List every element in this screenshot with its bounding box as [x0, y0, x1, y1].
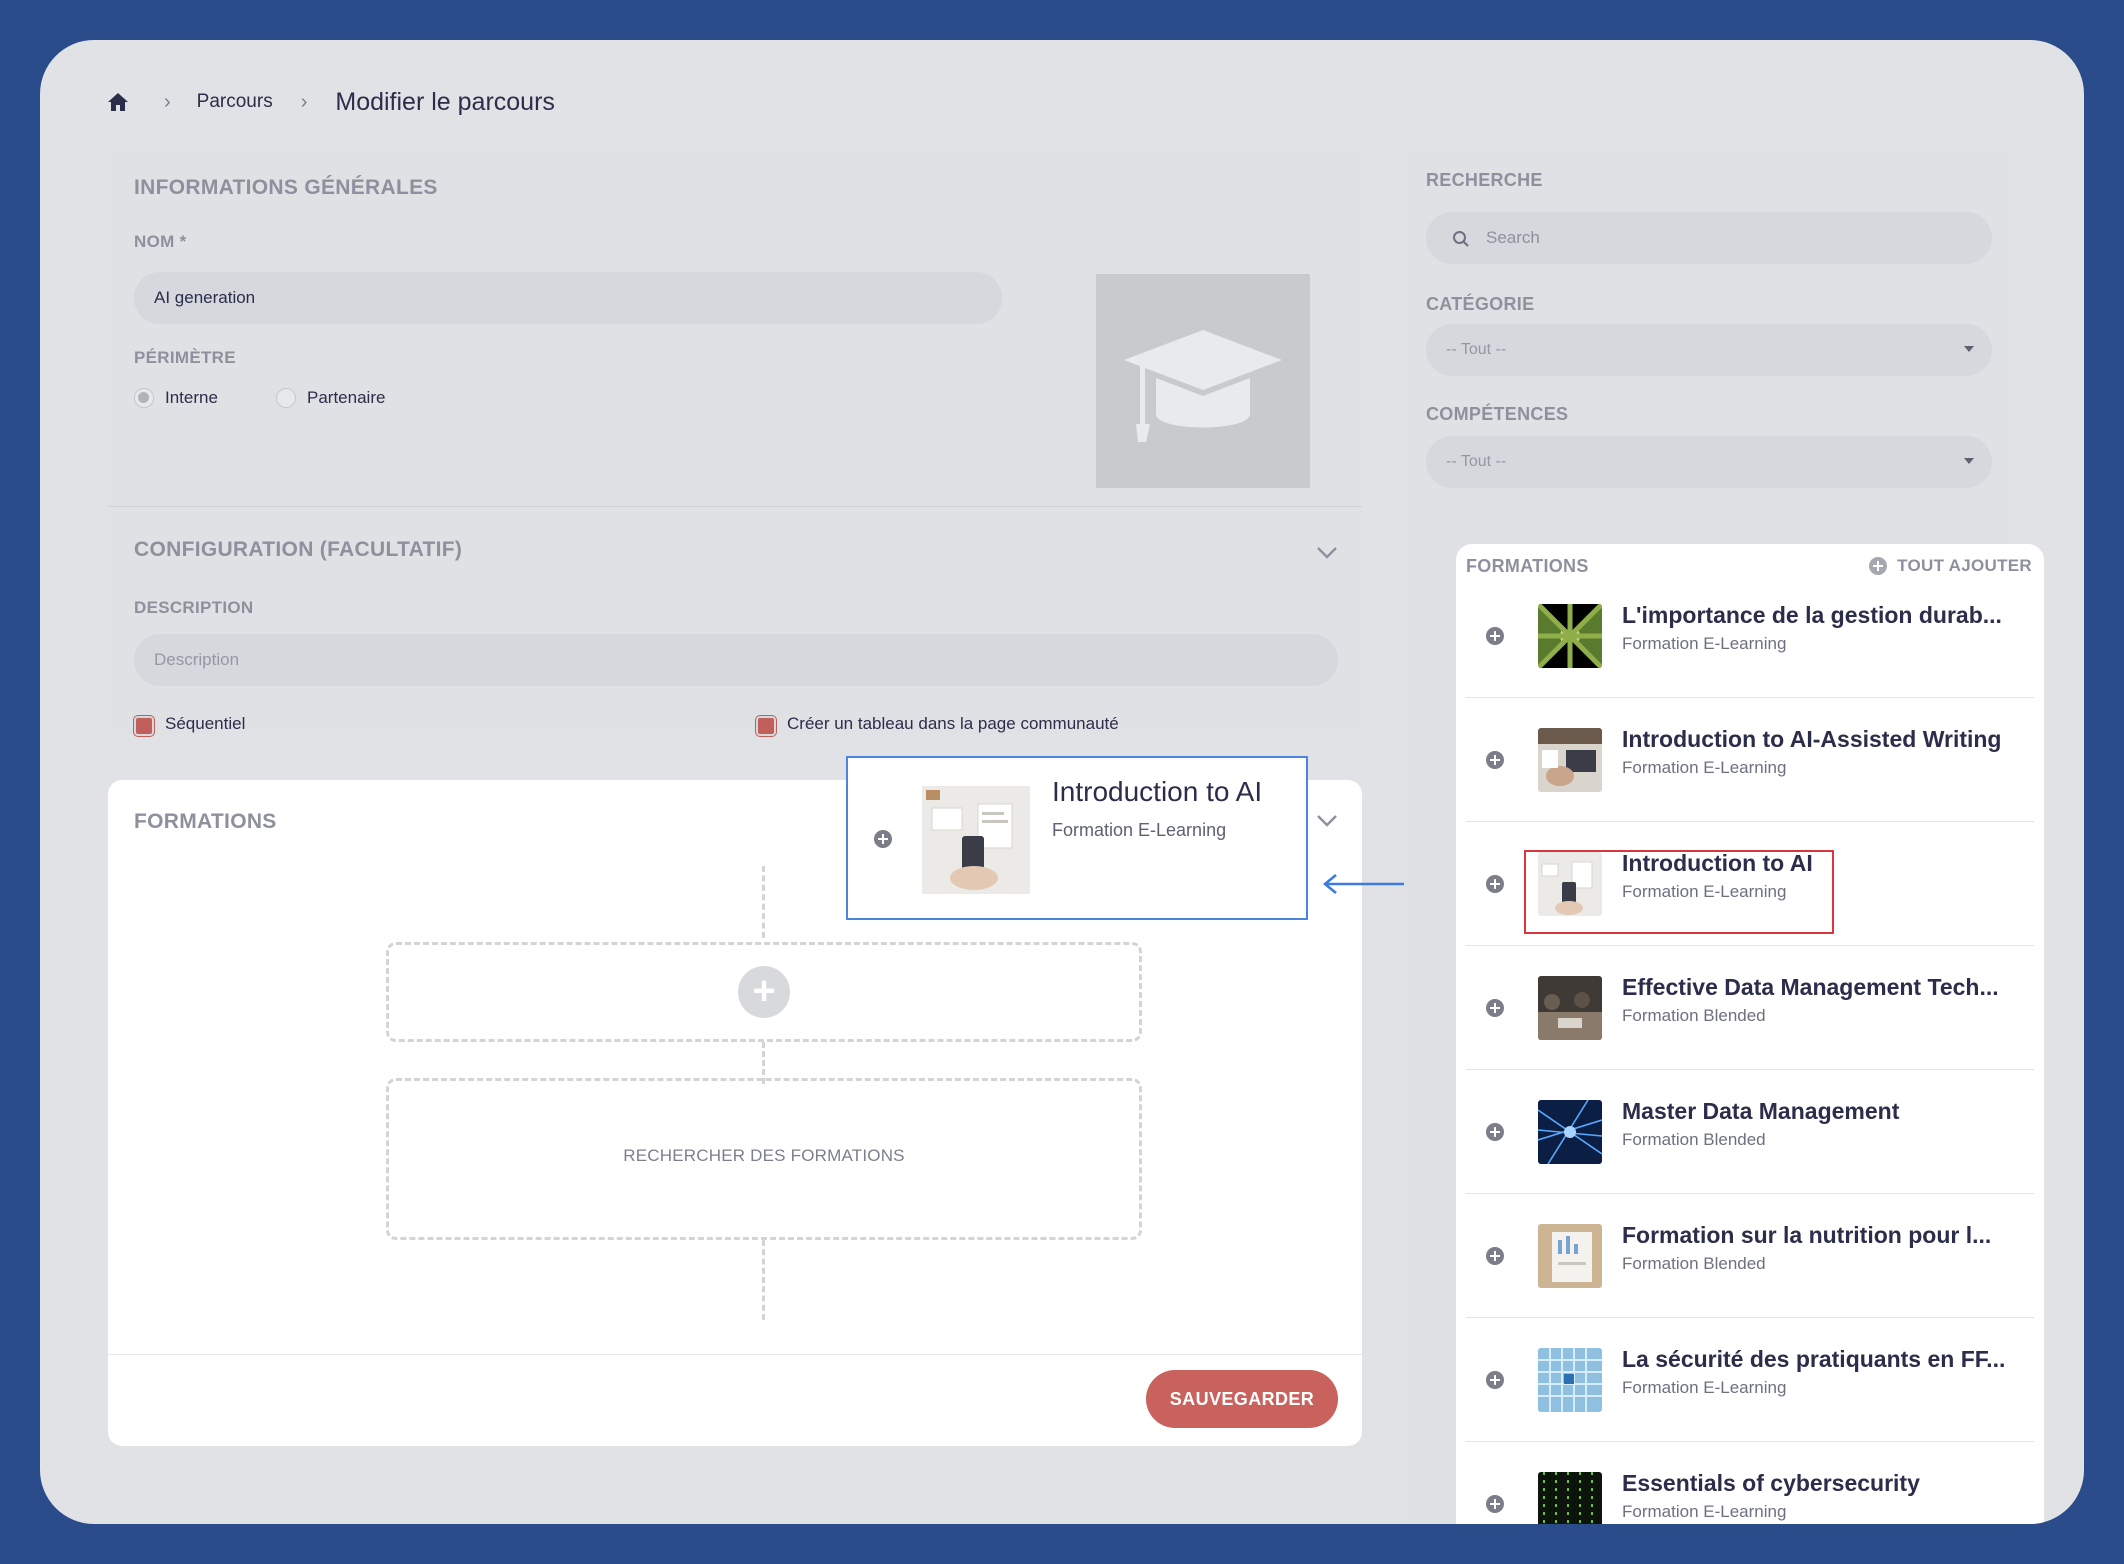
add-circle-icon[interactable]: [1486, 1123, 1504, 1141]
app-window: › Parcours › Modifier le parcours INFORM…: [40, 40, 2084, 1524]
formation-thumbnail: [922, 786, 1030, 894]
formations-list: FORMATIONS TOUT AJOUTER L'importance de …: [1456, 544, 2044, 1524]
path-connector: [762, 866, 765, 938]
dragged-formation-card[interactable]: Introduction to AI Formation E-Learning: [846, 756, 1308, 920]
path-connector: [762, 1240, 765, 1320]
list-item[interactable]: Effective Data Management Tech... Format…: [1466, 946, 2034, 1070]
graduation-cap-icon: [1124, 330, 1282, 442]
formation-type: Formation E-Learning: [1622, 634, 1787, 653]
formation-title: Effective Data Management Tech...: [1622, 974, 1999, 1000]
list-item[interactable]: Introduction to AI-Assisted Writing Form…: [1466, 698, 2034, 822]
formation-thumbnail: [1538, 1100, 1602, 1164]
highlighted-source-item: [1524, 850, 1834, 934]
config-title: CONFIGURATION (FACULTATIF): [134, 538, 463, 561]
general-info-card: INFORMATIONS GÉNÉRALES NOM * PÉRIMÈTRE I…: [108, 146, 1362, 734]
chevron-right-icon: ›: [300, 90, 308, 113]
save-button[interactable]: SAUVEGARDER: [1146, 1370, 1338, 1428]
description-label: DESCRIPTION: [134, 598, 254, 617]
breadcrumb-link-parcours[interactable]: Parcours: [197, 91, 273, 113]
formation-thumbnail: [1538, 604, 1602, 668]
list-item[interactable]: Essentials of cybersecurity Formation E-…: [1466, 1442, 2034, 1524]
name-input[interactable]: [134, 272, 1002, 324]
divider: [108, 1354, 1362, 1355]
list-item[interactable]: L'importance de la gestion durab... Form…: [1466, 574, 2034, 698]
category-select[interactable]: -- Tout --: [1426, 324, 1992, 376]
add-all-button[interactable]: TOUT AJOUTER: [1869, 556, 2032, 576]
caret-down-icon: [1964, 458, 1974, 464]
category-value: -- Tout --: [1446, 341, 1507, 358]
perimeter-label: PÉRIMÈTRE: [134, 348, 236, 367]
chevron-down-icon[interactable]: [1316, 546, 1338, 560]
formation-type: Formation E-Learning: [1622, 1378, 1787, 1397]
radio-internal[interactable]: [134, 388, 154, 408]
chevron-down-icon[interactable]: [1316, 814, 1338, 828]
caret-down-icon: [1964, 346, 1974, 352]
sequential-checkbox[interactable]: [134, 716, 154, 736]
search-formations-text[interactable]: RECHERCHER DES FORMATIONS: [386, 1146, 1142, 1166]
search-placeholder: Search: [1486, 228, 1540, 247]
formation-title: Master Data Management: [1622, 1098, 1900, 1124]
formation-thumbnail: [1538, 728, 1602, 792]
formations-section-title: FORMATIONS: [134, 810, 277, 833]
add-circle-icon[interactable]: [1486, 751, 1504, 769]
radio-partner[interactable]: [276, 388, 296, 408]
dragged-formation-type: Formation E-Learning: [1052, 820, 1227, 840]
formation-type: Formation E-Learning: [1622, 758, 1787, 777]
add-circle-icon[interactable]: [874, 830, 892, 848]
skills-select[interactable]: -- Tout --: [1426, 436, 1992, 488]
formation-thumbnail: [1538, 1472, 1602, 1524]
add-circle-icon[interactable]: [1486, 627, 1504, 645]
formation-title: L'importance de la gestion durab...: [1622, 602, 2002, 628]
formation-thumbnail: [1538, 976, 1602, 1040]
category-label: CATÉGORIE: [1426, 294, 1535, 314]
add-circle-icon[interactable]: [1486, 999, 1504, 1017]
name-label: NOM *: [134, 232, 187, 251]
community-board-checkbox[interactable]: [756, 716, 776, 736]
divider: [108, 506, 1362, 507]
formation-title: Introduction to AI-Assisted Writing: [1622, 726, 2002, 752]
formation-type: Formation Blended: [1622, 1006, 1766, 1025]
formation-thumbnail: [1538, 1348, 1602, 1412]
formation-type: Formation Blended: [1622, 1130, 1766, 1149]
formation-title: La sécurité des pratiquants en FF...: [1622, 1346, 2006, 1372]
add-all-label: TOUT AJOUTER: [1897, 556, 2032, 575]
formation-type: Formation Blended: [1622, 1254, 1766, 1273]
sequential-label: Séquentiel: [165, 714, 246, 733]
add-circle-icon[interactable]: [1486, 1247, 1504, 1265]
search-label: RECHERCHE: [1426, 170, 1543, 190]
add-circle-icon: [1869, 557, 1888, 575]
description-input[interactable]: [134, 634, 1338, 686]
search-input[interactable]: Search: [1426, 212, 1992, 264]
formation-title: Essentials of cybersecurity: [1622, 1470, 1920, 1496]
community-board-label: Créer un tableau dans la page communauté: [787, 714, 1119, 733]
add-circle-icon[interactable]: [1486, 1371, 1504, 1389]
skills-value: -- Tout --: [1446, 453, 1507, 470]
course-thumbnail[interactable]: [1096, 274, 1310, 488]
skills-label: COMPÉTENCES: [1426, 404, 1569, 424]
breadcrumb: › Parcours › Modifier le parcours: [106, 78, 555, 126]
formation-thumbnail: [1538, 1224, 1602, 1288]
radio-partner-label: Partenaire: [307, 388, 386, 407]
formation-type: Formation E-Learning: [1622, 1502, 1787, 1521]
page-title: Modifier le parcours: [335, 87, 555, 116]
add-circle-icon[interactable]: [1486, 1495, 1504, 1513]
add-circle-icon[interactable]: [1486, 875, 1504, 893]
list-item[interactable]: La sécurité des pratiquants en FF... For…: [1466, 1318, 2034, 1442]
chevron-right-icon: ›: [164, 90, 171, 113]
add-step-button[interactable]: +: [738, 966, 790, 1018]
radio-internal-label: Interne: [165, 388, 218, 407]
formation-title: Formation sur la nutrition pour l...: [1622, 1222, 1992, 1248]
home-icon[interactable]: [106, 90, 130, 114]
general-info-title: INFORMATIONS GÉNÉRALES: [134, 176, 438, 199]
dragged-formation-title: Introduction to AI: [1052, 776, 1263, 807]
search-icon: [1453, 231, 1469, 247]
list-item[interactable]: Master Data Management Formation Blended: [1466, 1070, 2034, 1194]
list-item[interactable]: Formation sur la nutrition pour l... For…: [1466, 1194, 2034, 1318]
